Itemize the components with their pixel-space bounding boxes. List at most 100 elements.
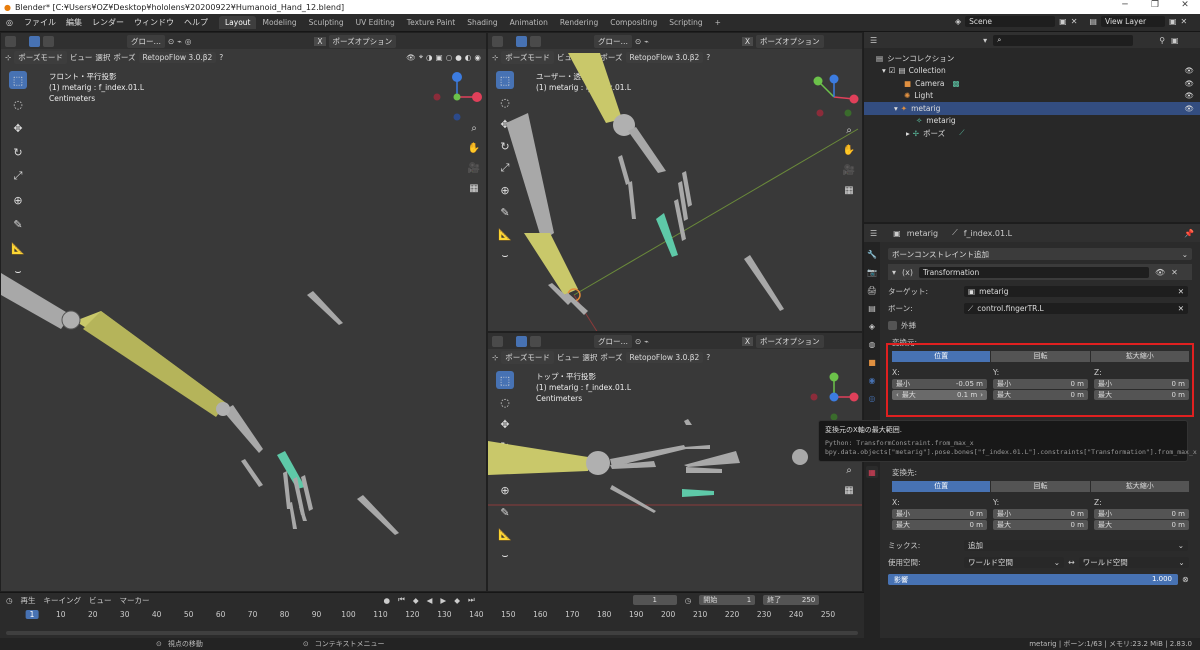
maximize-icon[interactable]: ❐ <box>1140 0 1170 10</box>
expand-icon[interactable]: ▾ <box>882 66 886 75</box>
world-tab-icon[interactable]: ◍ <box>866 338 878 350</box>
constraints-tab-icon[interactable]: ◎ <box>866 392 878 404</box>
filter-icon[interactable]: ⚲ <box>1159 36 1165 45</box>
delete-scene-icon[interactable]: ✕ <box>1071 17 1078 26</box>
record-icon[interactable]: ● <box>384 596 391 605</box>
armature-top[interactable] <box>488 333 863 592</box>
properties-editor-icon[interactable]: ☰ <box>870 229 877 238</box>
next-key-icon[interactable]: ◆ <box>454 596 460 605</box>
new-collection-icon[interactable]: ▣ <box>1171 36 1179 45</box>
blender-menu-icon[interactable]: ◎ <box>0 18 19 27</box>
outliner-item-light[interactable]: ✺ Light 👁 <box>864 90 1200 103</box>
delete-view-layer-icon[interactable]: ✕ <box>1181 17 1188 26</box>
viewport-front[interactable]: グロー… ⊙ ⌁ ◎ X ポーズオプション ⊹ ポーズモード ビュー 選択 ポー… <box>0 32 487 592</box>
menu-file[interactable]: ファイル <box>19 17 61 28</box>
close-icon[interactable]: ✕ <box>1170 0 1200 10</box>
menu-render[interactable]: レンダー <box>87 17 129 28</box>
target-space-dropdown[interactable]: ワールド空間 ⌄ <box>1078 557 1189 568</box>
clear-icon[interactable]: ✕ <box>1178 304 1184 313</box>
eye-icon[interactable]: 👁 <box>1184 104 1194 113</box>
tab-sculpting[interactable]: Sculpting <box>303 16 350 29</box>
outliner-scene-collection[interactable]: ▤ シーンコレクション <box>864 52 1200 65</box>
add-constraint-dropdown[interactable]: ボーンコンストレイント追加 ⌄ <box>888 248 1192 260</box>
jump-start-icon[interactable]: ⏮ <box>398 595 405 605</box>
to-x-max-field[interactable]: 最大 0 m <box>892 520 987 530</box>
output-tab-icon[interactable]: 🖨 <box>866 284 878 296</box>
to-x-min-field[interactable]: 最小 0 m <box>892 509 987 519</box>
extrapolate-checkbox[interactable] <box>888 321 897 330</box>
to-y-max-field[interactable]: 最大 0 m <box>993 520 1088 530</box>
tab-layout[interactable]: Layout <box>218 16 257 29</box>
jump-end-icon[interactable]: ⏭ <box>468 595 475 605</box>
mix-dropdown[interactable]: 追加 ⌄ <box>964 540 1188 551</box>
collapse-icon[interactable]: ▾ <box>892 268 896 277</box>
to-y-min-field[interactable]: 最小 0 m <box>993 509 1088 519</box>
target-field[interactable]: ▣ metarig ✕ <box>964 286 1188 297</box>
end-frame-field[interactable]: 終了 250 <box>763 595 820 605</box>
bone-constraint-tab-icon[interactable]: ▦ <box>866 466 878 478</box>
scene-field[interactable]: Scene <box>965 16 1056 27</box>
outliner-item-armature-data[interactable]: ✧ metarig <box>864 115 1200 128</box>
new-view-layer-icon[interactable]: ▣ <box>1169 17 1177 26</box>
object-tab-icon[interactable]: ■ <box>866 356 878 368</box>
play-reverse-icon[interactable]: ◀ <box>427 596 433 605</box>
eye-icon[interactable]: 👁 <box>1155 268 1165 277</box>
eye-icon[interactable]: 👁 <box>1184 79 1194 88</box>
clock-icon[interactable]: ◷ <box>685 596 692 605</box>
tab-texture-paint[interactable]: Texture Paint <box>401 16 461 29</box>
menu-help[interactable]: ヘルプ <box>179 17 213 28</box>
tab-shading[interactable]: Shading <box>461 16 503 29</box>
outliner-item-collection[interactable]: ▾ ☑ ▤ Collection 👁 <box>864 65 1200 78</box>
play-icon[interactable]: ▶ <box>440 596 446 605</box>
menu-window[interactable]: ウィンドウ <box>129 17 179 28</box>
expand-icon[interactable]: ▾ <box>894 104 898 113</box>
armature-user[interactable] <box>488 33 863 332</box>
minimize-icon[interactable]: ─ <box>1110 0 1140 10</box>
scene-tab-icon[interactable]: ◈ <box>866 320 878 332</box>
map-to-rotation-tab[interactable]: 回転 <box>991 481 1091 492</box>
clear-icon[interactable]: ✕ <box>1178 287 1184 296</box>
to-z-max-field[interactable]: 最大 0 m <box>1094 520 1189 530</box>
outliner-item-metarig[interactable]: ▾ ✦ metarig 👁 <box>864 102 1200 115</box>
tab-rendering[interactable]: Rendering <box>554 16 604 29</box>
to-z-min-field[interactable]: 最小 0 m <box>1094 509 1189 519</box>
bone-field[interactable]: ⟋ control.fingerTR.L ✕ <box>964 303 1188 314</box>
tab-uv-editing[interactable]: UV Editing <box>350 16 401 29</box>
tab-modeling[interactable]: Modeling <box>256 16 302 29</box>
physics-tab-icon[interactable]: ◉ <box>866 374 878 386</box>
new-scene-icon[interactable]: ▣ <box>1059 17 1067 26</box>
owner-space-dropdown[interactable]: ワールド空間 ⌄ <box>964 557 1064 568</box>
start-frame-field[interactable]: 開始 1 <box>699 595 756 605</box>
map-to-scale-tab[interactable]: 拡大縮小 <box>1090 481 1190 492</box>
map-to-location-tab[interactable]: 位置 <box>892 481 992 492</box>
eye-icon[interactable]: 👁 <box>1184 91 1194 100</box>
expand-icon[interactable]: ▸ <box>906 129 910 138</box>
add-workspace-icon[interactable]: + <box>709 16 727 29</box>
eye-icon[interactable]: 👁 <box>1184 66 1194 75</box>
remove-constraint-icon[interactable]: ✕ <box>1171 268 1178 277</box>
constraint-name-input[interactable]: Transformation <box>919 266 1149 278</box>
pin-icon[interactable]: 📌 <box>1184 229 1194 238</box>
view-layer-tab-icon[interactable]: ▤ <box>866 302 878 314</box>
disable-keep-transform-icon[interactable]: ⊗ <box>1182 575 1189 584</box>
menu-view[interactable]: ビュー <box>89 595 112 606</box>
tool-tab-icon[interactable]: 🔧 <box>866 248 878 260</box>
tab-animation[interactable]: Animation <box>504 16 554 29</box>
viewport-user[interactable]: グロー… ⊙ ⌁ X ポーズオプション ⊹ ポーズモード ビュー 選択 ポーズ … <box>487 32 863 332</box>
timeline-scrollbar[interactable] <box>6 631 858 635</box>
viewport-top[interactable]: グロー… ⊙ ⌁ X ポーズオプション ⊹ ポーズモード ビュー 選択 ポーズ … <box>487 332 863 592</box>
armature-front[interactable] <box>1 33 487 592</box>
menu-edit[interactable]: 編集 <box>61 17 87 28</box>
current-frame-field[interactable]: 1 <box>632 595 677 605</box>
tab-scripting[interactable]: Scripting <box>663 16 708 29</box>
view-layer-field[interactable]: View Layer <box>1100 16 1165 27</box>
display-mode-icon[interactable]: ▾ <box>983 36 987 45</box>
outliner-item-pose[interactable]: ▸ ✢ ポーズ ⟋ <box>864 127 1200 140</box>
influence-slider[interactable]: 影響 1.000 <box>888 574 1178 585</box>
checkbox-icon[interactable]: ☑ <box>889 66 896 75</box>
timeline-ruler[interactable]: 1 10 20 30 40 50 60 70 80 90 100 110 120 130 140 150 160… <box>0 609 864 623</box>
menu-marker[interactable]: マーカー <box>120 595 150 606</box>
scene-icon[interactable]: ◈ <box>955 17 961 26</box>
outliner-editor-icon[interactable]: ☰ <box>870 36 877 45</box>
render-tab-icon[interactable]: 📷 <box>866 266 878 278</box>
